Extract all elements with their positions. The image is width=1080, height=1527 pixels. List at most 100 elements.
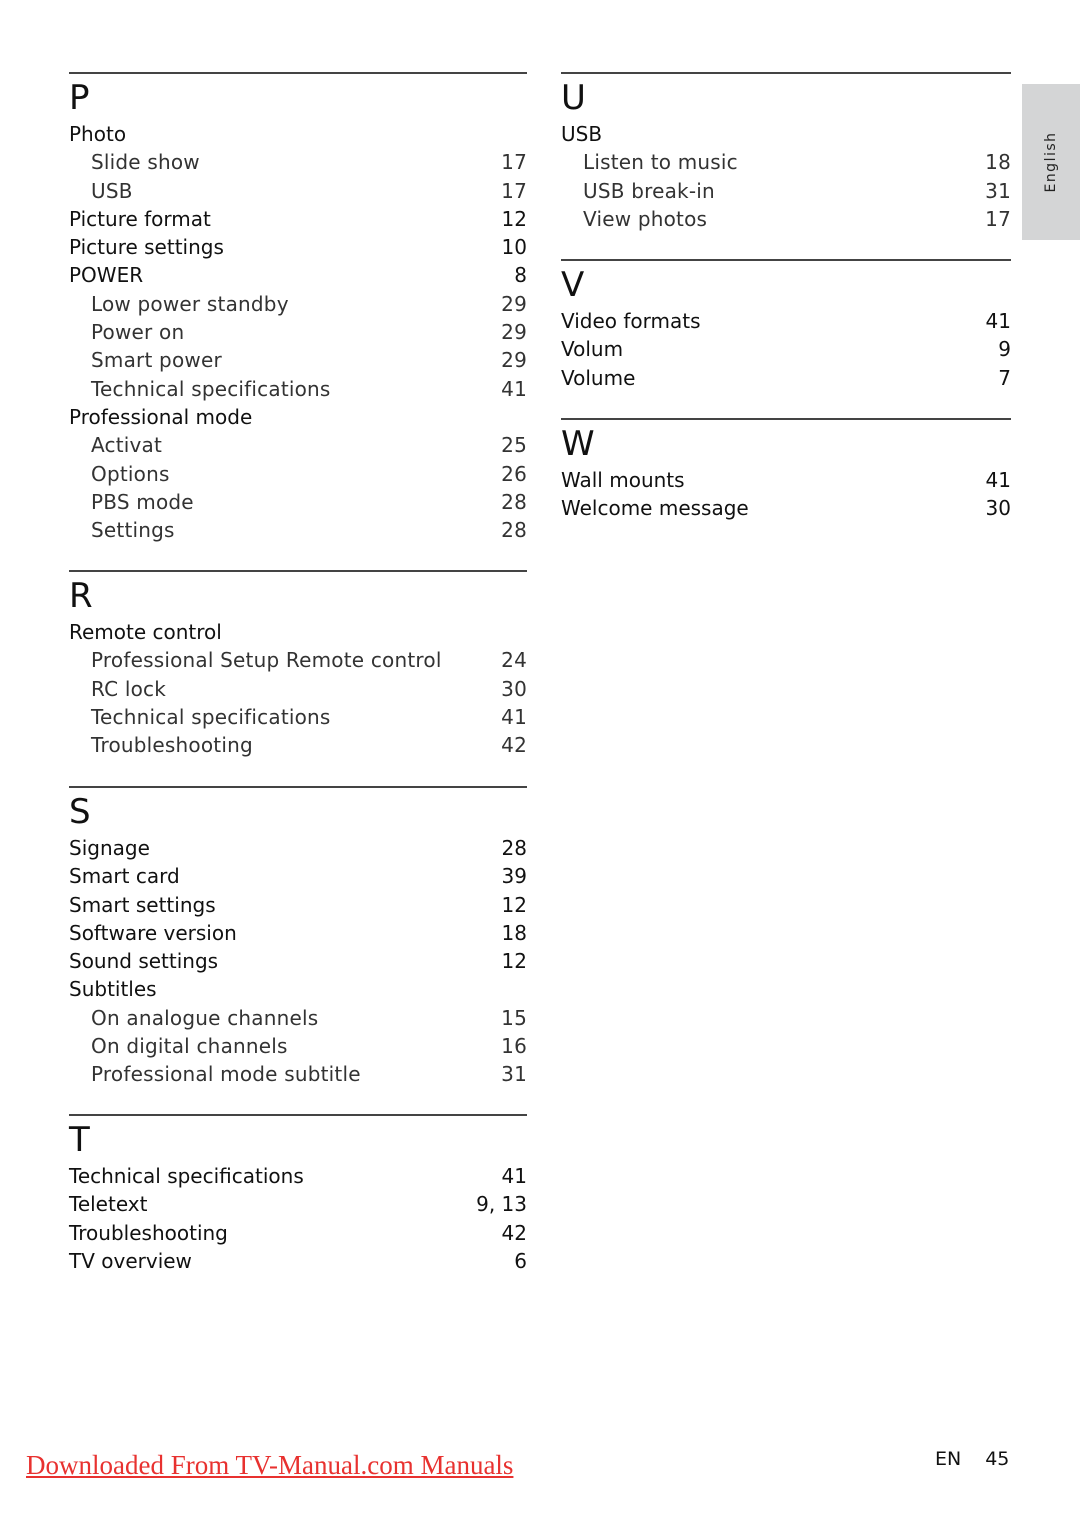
entry-text: USB [91,178,133,203]
index-subentry: PBS mode 28 [69,488,527,516]
entry-text: Volume [561,365,636,390]
entry-page: 28 [501,836,527,860]
index-subentry: View photos 17 [561,205,1011,233]
entry-page: 12 [501,949,527,974]
entry-text: RC lock [91,676,166,701]
entry-page: 15 [501,1005,527,1030]
index-subentry: Activat 25 [69,431,527,459]
index-subentry: On analogue channels 15 [69,1004,527,1032]
entry-page: 24 [501,648,527,673]
entry-text: On digital channels [91,1034,288,1059]
entry-text: PBS mode [91,489,194,514]
entry-page: 17 [985,206,1011,231]
entry-text: Professional mode subtitle [91,1062,361,1087]
footer-lang: EN [935,1448,962,1470]
index-entry: Subtitles [69,975,527,1003]
entry-page: 9, 13 [476,1192,527,1217]
entry-page: 39 [501,864,527,889]
index-entry: Professional mode [69,403,527,431]
entry-text: Technical specifications [91,376,331,401]
entry-page: 7 [998,365,1011,390]
index-section-p: P Photo Slide show 17 USB 17 Picture format 12 P… [69,72,527,544]
entry-page: 41 [985,309,1011,333]
index-entry: USB [561,120,1011,148]
index-subentry: Settings 28 [69,516,527,544]
entry-text: Activat [91,433,163,458]
entry-text: Picture format [69,206,211,231]
index-subentry: Professional mode subtitle 31 [69,1060,527,1088]
entry-page: 9 [998,337,1011,362]
index-subentry: Listen to music 18 [561,148,1011,176]
index-entry: POWER 8 [69,261,527,289]
index-subentry: Technical specifications 41 [69,703,527,731]
entry-page: 29 [501,320,527,345]
entry-page: 17 [501,150,527,175]
index-page: P Photo Slide show 17 USB 17 Picture format 12 P… [0,0,1080,1527]
entry-text: USB [561,122,603,146]
entry-page: 29 [501,291,527,316]
entry-page: 28 [501,518,527,543]
entry-text: POWER [69,263,144,288]
entry-text: Remote control [69,620,222,644]
entry-page: 41 [501,704,527,729]
entry-page: 30 [501,676,527,701]
entry-page: 16 [501,1034,527,1059]
entry-text: Signage [69,836,150,860]
entry-text: TV overview [69,1248,192,1273]
index-section-t: T Technical specifications 41 Teletext 9, 13… [69,1114,527,1275]
index-entry: Volume 7 [561,364,1011,392]
entry-text: Volum [561,337,624,362]
entry-text: Video formats [561,309,701,333]
entry-page: 42 [501,1220,527,1245]
index-entry: TV overview 6 [69,1247,527,1275]
entry-text: Smart card [69,864,180,889]
entry-text: Software version [69,920,237,945]
entry-text: Wall mounts [561,468,685,492]
download-link[interactable]: Downloaded From TV-Manual.com Manuals [26,1450,513,1481]
entry-text: Options [91,461,170,486]
page-footer: EN 45 [935,1448,1009,1470]
entry-text: Settings [91,518,175,543]
index-subentry: Power on 29 [69,318,527,346]
index-subentry: Troubleshooting 42 [69,731,527,759]
index-section-v: V Video formats 41 Volum 9 Volume 7 [561,259,1011,392]
entry-text: Smart settings [69,892,216,917]
entry-page: 31 [501,1062,527,1087]
index-subentry: Low power standby 29 [69,290,527,318]
section-letter: U [561,78,586,118]
index-subentry: RC lock 30 [69,675,527,703]
entry-page: 26 [501,461,527,486]
entry-text: Power on [91,320,185,345]
index-subentry: USB 17 [69,177,527,205]
entry-text: Welcome message [561,496,749,521]
entry-page: 18 [501,920,527,945]
section-letter: R [69,576,93,616]
section-letter: S [69,792,91,832]
index-entry: Picture settings 10 [69,233,527,261]
index-subentry: USB break-in 31 [561,177,1011,205]
entry-page: 41 [501,1164,527,1188]
index-entry: Smart settings 12 [69,891,527,919]
entry-text: Picture settings [69,235,224,260]
entry-text: Photo [69,122,127,146]
index-entry: Picture format 12 [69,205,527,233]
index-subentry: Professional Setup Remote control 24 [69,646,527,674]
entry-page: 30 [985,496,1011,521]
entry-text: Listen to music [583,150,738,175]
entry-page: 41 [985,468,1011,492]
index-entry: Smart card 39 [69,862,527,890]
index-subentry: Technical specifications 41 [69,375,527,403]
entry-page: 6 [514,1248,527,1273]
index-entry: Software version 18 [69,919,527,947]
section-letter: P [69,78,90,118]
index-section-r: R Remote control Professional Setup Remote… [69,570,527,759]
entry-page: 31 [985,178,1011,203]
entry-text: Technical specifications [91,704,331,729]
index-entry: Remote control [69,618,527,646]
entry-text: Professional mode [69,404,253,429]
index-section-u: U USB Listen to music 18 USB break-in 31 View … [561,72,1011,233]
index-entry: Wall mounts 41 [561,466,1011,494]
entry-text: Subtitles [69,977,157,1002]
section-letter: W [561,424,595,464]
entry-text: USB break-in [583,178,715,203]
